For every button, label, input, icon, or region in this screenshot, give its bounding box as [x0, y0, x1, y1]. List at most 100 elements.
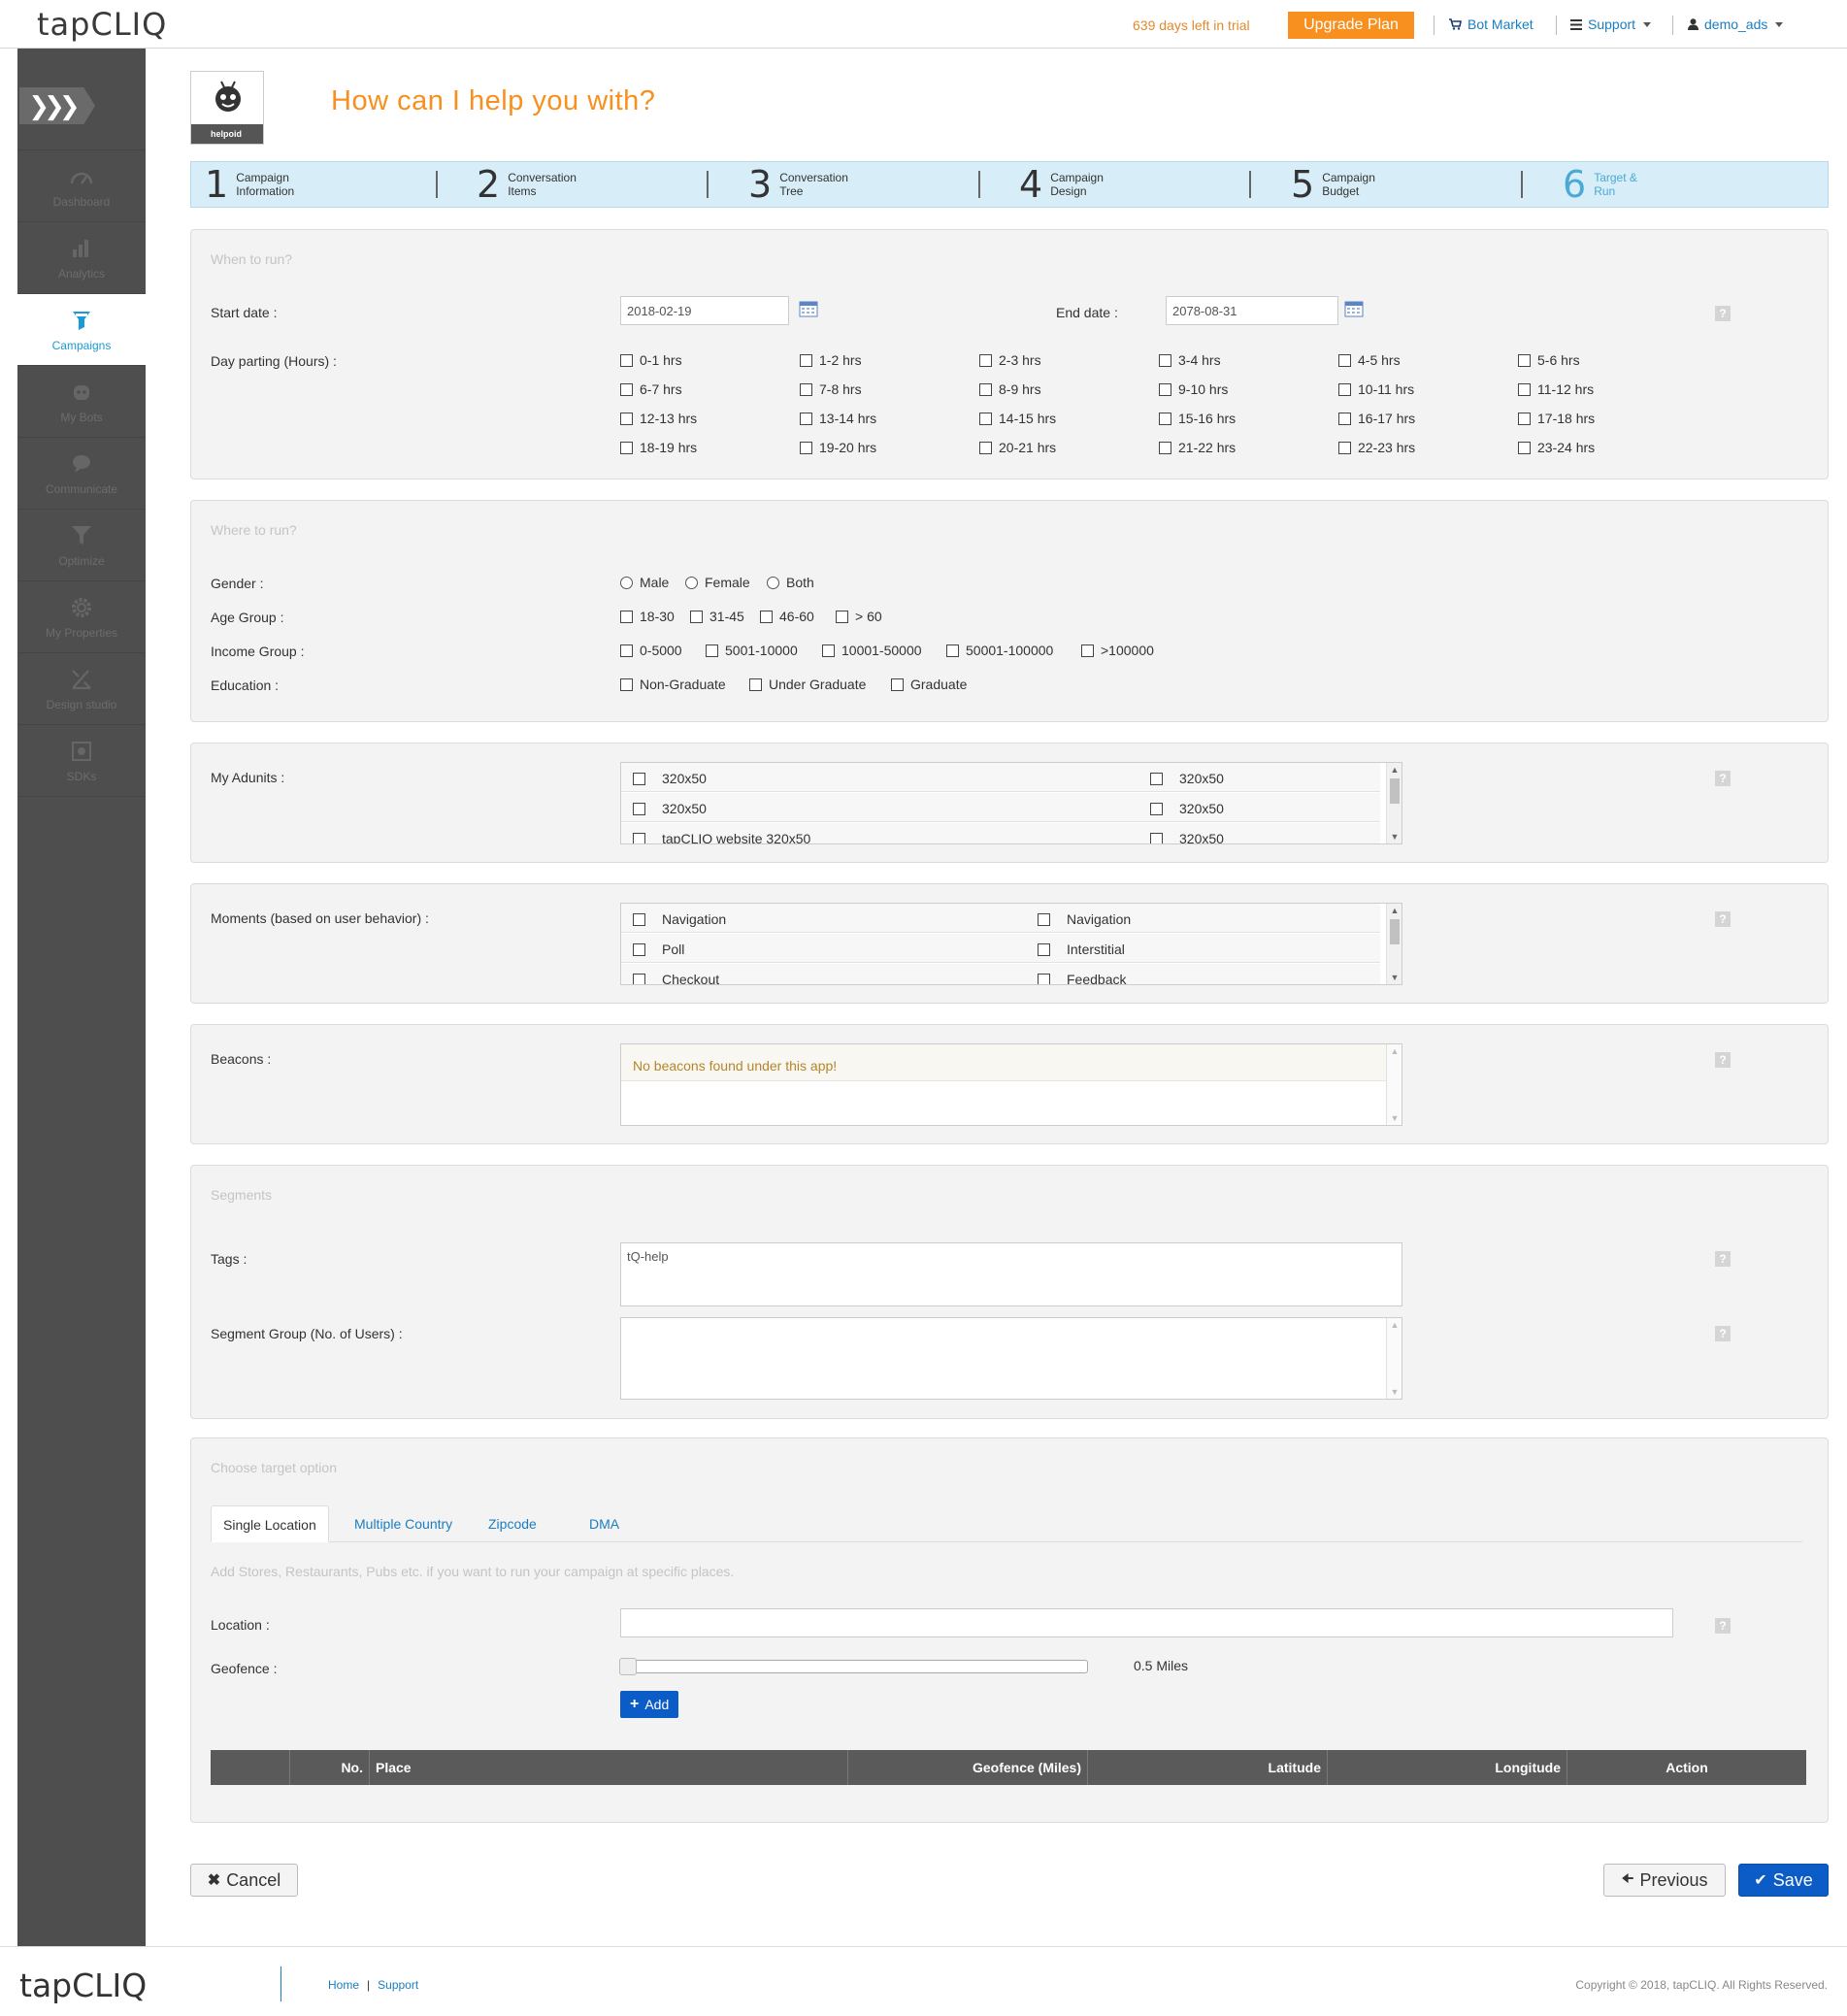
adunit-checkbox[interactable]: 320x50 [633, 771, 707, 786]
tab-zipcode[interactable]: Zipcode [477, 1505, 548, 1542]
sidebar-item-my-properties[interactable]: My Properties [17, 581, 146, 653]
wizard-step-2[interactable]: 2 Conversation Items [477, 162, 577, 207]
education-under-graduate-checkbox[interactable]: Under Graduate [749, 677, 866, 692]
income-5001-10000-checkbox[interactable]: 5001-10000 [706, 643, 798, 658]
sidebar-item-sdks[interactable]: SDKs [17, 725, 146, 797]
help-icon[interactable]: ? [1715, 306, 1731, 321]
education-non-graduate-checkbox[interactable]: Non-Graduate [620, 677, 726, 692]
hour-checkbox[interactable]: 10-11 hrs [1338, 381, 1414, 397]
adunits-list[interactable]: 320x50 320x50 320x50 320x50 tapCLIQ webs… [620, 762, 1402, 844]
add-location-button[interactable]: + Add [620, 1691, 679, 1718]
hour-checkbox[interactable]: 7-8 hrs [800, 381, 862, 397]
previous-button[interactable]: 🠈 Previous [1603, 1864, 1726, 1897]
hour-checkbox[interactable]: 11-12 hrs [1518, 381, 1594, 397]
geofence-slider[interactable] [619, 1658, 1088, 1675]
segment-group-scrollbar[interactable]: ▲ ▼ [1386, 1318, 1402, 1399]
hour-checkbox[interactable]: 0-1 hrs [620, 352, 682, 368]
income-50001-100000-checkbox[interactable]: 50001-100000 [946, 643, 1053, 658]
adunit-checkbox[interactable]: 320x50 [1150, 831, 1224, 843]
hour-checkbox[interactable]: 15-16 hrs [1159, 411, 1236, 426]
hour-checkbox[interactable]: 17-18 hrs [1518, 411, 1595, 426]
hour-checkbox[interactable]: 14-15 hrs [979, 411, 1056, 426]
adunit-checkbox[interactable]: tapCLIQ website 320x50 [633, 831, 810, 843]
tags-input[interactable] [620, 1242, 1402, 1306]
sidebar-item-analytics[interactable]: Analytics [17, 222, 146, 294]
bot-market-link[interactable]: Bot Market [1449, 17, 1534, 32]
help-icon[interactable]: ? [1715, 771, 1731, 786]
help-icon[interactable]: ? [1715, 1618, 1731, 1634]
income-100000-plus-checkbox[interactable]: >100000 [1081, 643, 1154, 658]
gender-both-radio[interactable]: Both [767, 575, 814, 590]
sidebar-item-communicate[interactable]: Communicate [17, 438, 146, 510]
hour-checkbox[interactable]: 5-6 hrs [1518, 352, 1580, 368]
moment-checkbox[interactable]: Poll [633, 942, 684, 957]
beacons-scrollbar[interactable]: ▲ ▼ [1386, 1044, 1402, 1125]
cancel-button[interactable]: ✖ Cancel [190, 1864, 298, 1897]
moments-list[interactable]: Navigation Navigation Poll Interstitial … [620, 903, 1402, 985]
help-icon[interactable]: ? [1715, 911, 1731, 927]
tab-single-location[interactable]: Single Location [211, 1505, 329, 1542]
help-icon[interactable]: ? [1715, 1052, 1731, 1068]
age-31-45-checkbox[interactable]: 31-45 [690, 609, 744, 624]
moment-checkbox[interactable]: Navigation [633, 911, 726, 927]
moment-checkbox[interactable]: Checkout [633, 972, 719, 984]
age-18-30-checkbox[interactable]: 18-30 [620, 609, 675, 624]
wizard-step-1[interactable]: 1 Campaign Information [205, 162, 294, 207]
support-menu[interactable]: Support [1570, 17, 1652, 32]
upgrade-plan-button[interactable]: Upgrade Plan [1288, 12, 1414, 39]
age-46-60-checkbox[interactable]: 46-60 [760, 609, 814, 624]
footer-home-link[interactable]: Home [328, 1978, 359, 1992]
moment-checkbox[interactable]: Feedback [1038, 972, 1126, 984]
hour-checkbox[interactable]: 13-14 hrs [800, 411, 876, 426]
wizard-step-5[interactable]: 5 Campaign Budget [1291, 162, 1375, 207]
hour-checkbox[interactable]: 21-22 hrs [1159, 440, 1236, 455]
sidebar-item-optimize[interactable]: Optimize [17, 510, 146, 581]
adunit-checkbox[interactable]: 320x50 [1150, 771, 1224, 786]
gender-male-radio[interactable]: Male [620, 575, 669, 590]
hour-checkbox[interactable]: 18-19 hrs [620, 440, 697, 455]
slider-handle[interactable] [619, 1658, 637, 1675]
wizard-step-4[interactable]: 4 Campaign Design [1019, 162, 1104, 207]
education-graduate-checkbox[interactable]: Graduate [891, 677, 967, 692]
adunits-scrollbar[interactable]: ▲ ▼ [1386, 763, 1402, 843]
app-logo[interactable]: tapCLIQ [37, 6, 167, 43]
hour-checkbox[interactable]: 3-4 hrs [1159, 352, 1221, 368]
help-icon[interactable]: ? [1715, 1326, 1731, 1341]
hour-checkbox[interactable]: 12-13 hrs [620, 411, 697, 426]
age-60-plus-checkbox[interactable]: > 60 [836, 609, 882, 624]
user-menu[interactable]: demo_ads [1688, 17, 1784, 32]
beacons-list[interactable]: No beacons found under this app! ▲ ▼ [620, 1043, 1402, 1126]
segment-group-list[interactable]: ▲ ▼ [620, 1317, 1402, 1400]
hour-checkbox[interactable]: 20-21 hrs [979, 440, 1056, 455]
sidebar-item-my-bots[interactable]: My Bots [17, 366, 146, 438]
end-date-input[interactable] [1166, 296, 1338, 325]
hour-checkbox[interactable]: 2-3 hrs [979, 352, 1041, 368]
hour-checkbox[interactable]: 1-2 hrs [800, 352, 862, 368]
sidebar-item-design-studio[interactable]: Design studio [17, 653, 146, 725]
income-10001-50000-checkbox[interactable]: 10001-50000 [822, 643, 922, 658]
gender-female-radio[interactable]: Female [685, 575, 750, 590]
moment-checkbox[interactable]: Navigation [1038, 911, 1131, 927]
calendar-icon[interactable] [799, 300, 818, 317]
calendar-icon[interactable] [1344, 300, 1364, 317]
adunit-checkbox[interactable]: 320x50 [1150, 801, 1224, 816]
moments-scrollbar[interactable]: ▲ ▼ [1386, 904, 1402, 984]
sidebar-toggle-button[interactable]: ❯❯❯ [19, 87, 95, 124]
save-button[interactable]: ✔ Save [1738, 1864, 1829, 1897]
hour-checkbox[interactable]: 6-7 hrs [620, 381, 682, 397]
hour-checkbox[interactable]: 16-17 hrs [1338, 411, 1415, 426]
sidebar-item-campaigns[interactable]: Campaigns [17, 294, 146, 366]
hour-checkbox[interactable]: 19-20 hrs [800, 440, 876, 455]
moment-checkbox[interactable]: Interstitial [1038, 942, 1125, 957]
hour-checkbox[interactable]: 8-9 hrs [979, 381, 1041, 397]
tab-multiple-country[interactable]: Multiple Country [343, 1505, 464, 1542]
hour-checkbox[interactable]: 23-24 hrs [1518, 440, 1595, 455]
hour-checkbox[interactable]: 22-23 hrs [1338, 440, 1415, 455]
help-icon[interactable]: ? [1715, 1251, 1731, 1267]
wizard-step-3[interactable]: 3 Conversation Tree [748, 162, 848, 207]
hour-checkbox[interactable]: 9-10 hrs [1159, 381, 1228, 397]
adunit-checkbox[interactable]: 320x50 [633, 801, 707, 816]
tab-dma[interactable]: DMA [577, 1505, 631, 1542]
footer-support-link[interactable]: Support [378, 1978, 418, 1992]
location-input[interactable] [620, 1608, 1673, 1637]
